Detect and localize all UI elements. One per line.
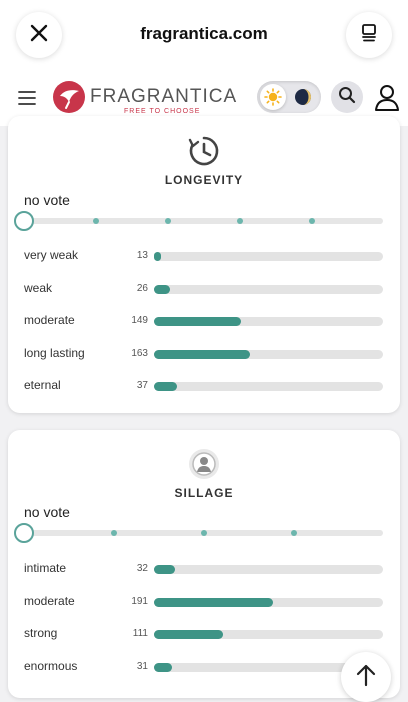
slider-tick[interactable] <box>111 530 117 536</box>
sillage-rating-row[interactable]: intimate 32 <box>8 559 400 579</box>
rating-count: 37 <box>136 380 148 391</box>
sun-icon <box>260 84 286 110</box>
rating-count: 31 <box>136 660 148 672</box>
rating-count: 163 <box>131 347 148 359</box>
rating-bar[interactable] <box>154 317 383 326</box>
rating-bar-fill <box>154 662 173 672</box>
rating-bar[interactable] <box>154 284 383 294</box>
rating-label: moderate <box>24 593 75 608</box>
rating-label: eternal <box>24 378 61 392</box>
rating-bar-fill <box>154 597 274 607</box>
slider-tick[interactable] <box>291 530 297 536</box>
longevity-rating-row[interactable]: moderate 149 <box>8 311 400 331</box>
menu-icon[interactable] <box>18 90 36 111</box>
rating-bar-fill <box>154 349 251 359</box>
rating-bar-fill <box>154 317 242 326</box>
search-button[interactable] <box>331 81 363 113</box>
rating-count: 111 <box>132 628 148 639</box>
sillage-rating-row[interactable]: strong 111 <box>8 624 400 644</box>
rating-label: moderate <box>24 313 75 327</box>
longevity-title: LONGEVITY <box>164 173 244 187</box>
sillage-rating-row[interactable]: moderate 191 <box>8 592 400 612</box>
rating-bar[interactable] <box>154 252 383 261</box>
longevity-rating-row[interactable]: long lasting 163 <box>8 344 400 364</box>
longevity-rating-row[interactable]: weak 26 <box>8 279 400 299</box>
rating-label: intimate <box>24 561 67 575</box>
rating-bar[interactable] <box>154 630 383 639</box>
slider-tick[interactable] <box>201 530 207 536</box>
rating-bar[interactable] <box>154 597 383 607</box>
longevity-rating-row[interactable]: very weak 13 <box>8 246 400 266</box>
sillage-vote-slider[interactable] <box>24 530 383 536</box>
arrow-up-icon <box>355 663 377 692</box>
search-icon <box>338 86 356 109</box>
sillage-vote-status: no vote <box>24 504 70 520</box>
rating-label: weak <box>24 280 53 295</box>
rating-label: enormous <box>24 658 78 673</box>
longevity-slider-handle[interactable] <box>14 211 34 231</box>
fragrantica-logo-icon[interactable] <box>52 80 86 119</box>
rating-label: strong <box>24 626 58 640</box>
sillage-title: SILLAGE <box>174 486 234 500</box>
scroll-to-top-button[interactable] <box>341 652 391 702</box>
logo-text[interactable]: FRAGRANTICA <box>90 86 237 108</box>
longevity-card: LONGEVITY no vote very weak 13 weak 26 moder… <box>8 116 400 413</box>
rating-count: 13 <box>136 250 148 261</box>
rating-count: 191 <box>131 595 148 607</box>
rating-label: very weak <box>24 248 79 262</box>
tabs-icon <box>359 23 379 48</box>
theme-toggle[interactable] <box>257 81 321 113</box>
sillage-card: SILLAGE no vote intimate 32 moderate 191 str… <box>8 430 400 698</box>
tabs-button[interactable] <box>346 12 392 58</box>
rating-bar[interactable] <box>154 565 383 574</box>
rating-bar-fill <box>154 565 175 574</box>
rating-bar[interactable] <box>154 382 383 391</box>
rating-count: 26 <box>136 282 148 294</box>
rating-bar-fill <box>154 382 177 391</box>
longevity-rating-row[interactable]: eternal 37 <box>8 376 400 396</box>
rating-count: 32 <box>136 563 148 574</box>
moon-icon <box>293 87 313 107</box>
slider-tick[interactable] <box>165 218 171 224</box>
rating-count: 149 <box>131 315 148 326</box>
slider-tick[interactable] <box>93 218 99 224</box>
rating-bar-fill <box>154 284 171 294</box>
user-icon[interactable] <box>374 84 400 117</box>
slider-tick[interactable] <box>309 218 315 224</box>
sillage-person-icon <box>188 448 220 485</box>
longevity-clock-icon <box>187 134 221 173</box>
slider-tick[interactable] <box>237 218 243 224</box>
rating-bar-fill <box>154 630 223 639</box>
logo-tagline: FREE TO CHOOSE <box>124 108 201 115</box>
sillage-slider-handle[interactable] <box>14 523 34 543</box>
rating-bar-fill <box>154 252 161 261</box>
longevity-vote-slider[interactable] <box>24 218 383 224</box>
longevity-vote-status: no vote <box>24 192 70 208</box>
browser-bar: fragrantica.com <box>0 0 408 70</box>
rating-label: long lasting <box>24 345 85 360</box>
rating-bar[interactable] <box>154 349 383 359</box>
